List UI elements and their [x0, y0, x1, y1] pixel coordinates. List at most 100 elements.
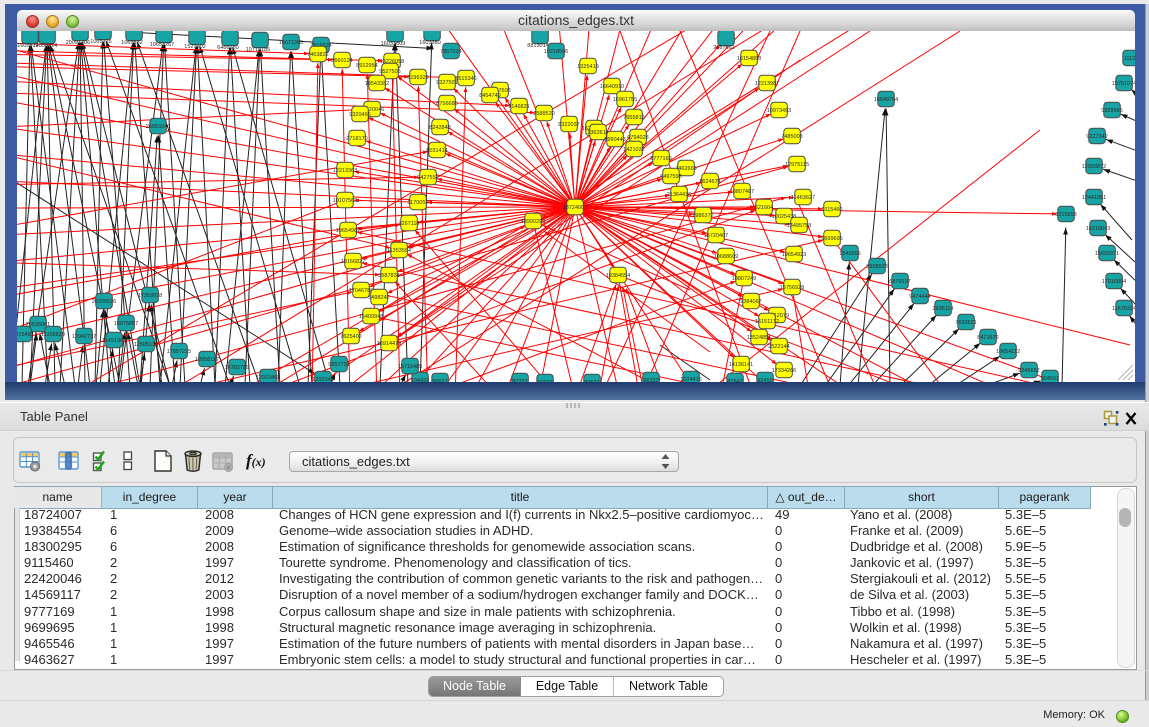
svg-text:924501: 924501 — [1041, 376, 1059, 382]
svg-text:15751074: 15751074 — [1112, 81, 1135, 87]
svg-text:7857224: 7857224 — [440, 49, 461, 55]
svg-text:6794028: 6794028 — [627, 135, 648, 141]
svg-text:21364436: 21364436 — [667, 192, 691, 198]
svg-text:2522144: 2522144 — [768, 344, 789, 350]
svg-text:19166822: 19166822 — [341, 259, 365, 265]
svg-text:17016804: 17016804 — [1102, 279, 1126, 285]
svg-text:8660124: 8660124 — [331, 58, 352, 64]
svg-text:13524851: 13524851 — [747, 335, 771, 341]
svg-text:2588520: 2588520 — [533, 111, 554, 117]
svg-text:16033809: 16033809 — [381, 41, 405, 47]
svg-text:19384554: 19384554 — [606, 273, 630, 279]
svg-text:11123: 11123 — [1124, 56, 1135, 62]
svg-text:16648764: 16648764 — [874, 97, 898, 103]
svg-text:95621: 95621 — [432, 379, 447, 382]
svg-text:9515346: 9515346 — [455, 76, 476, 82]
svg-text:12213987: 12213987 — [755, 81, 779, 87]
svg-text:9115460: 9115460 — [821, 207, 842, 213]
svg-text:8031414: 8031414 — [426, 148, 447, 154]
svg-text:20091406: 20091406 — [66, 40, 90, 46]
svg-text:11463627: 11463627 — [791, 195, 815, 201]
svg-text:14136141: 14136141 — [729, 362, 753, 368]
svg-text:1640955: 1640955 — [839, 251, 860, 257]
svg-text:87542: 87542 — [727, 379, 742, 382]
svg-text:16914479: 16914479 — [377, 341, 401, 347]
svg-text:3915491: 3915491 — [17, 332, 34, 338]
svg-text:9227342: 9227342 — [1086, 134, 1107, 140]
svg-text:2718170: 2718170 — [346, 136, 367, 142]
svg-text:5498242: 5498242 — [368, 295, 389, 301]
svg-text:6879197: 6879197 — [889, 279, 910, 285]
svg-text:8196328: 8196328 — [407, 75, 428, 81]
svg-text:1024416: 1024416 — [680, 377, 701, 382]
svg-text:17857225: 17857225 — [167, 349, 191, 355]
svg-text:9146821: 9146821 — [508, 104, 529, 110]
svg-text:7485003: 7485003 — [781, 134, 802, 140]
svg-text:92450: 92450 — [757, 378, 772, 382]
svg-text:9474444: 9474444 — [909, 294, 930, 300]
svg-text:9427552: 9427552 — [417, 175, 438, 181]
svg-text:8454749: 8454749 — [479, 93, 500, 99]
svg-text:10654112: 10654112 — [996, 349, 1020, 355]
svg-text:1362615: 1362615 — [587, 130, 608, 136]
svg-text:19654923: 19654923 — [782, 252, 806, 258]
svg-text:15756928: 15756928 — [780, 285, 804, 291]
svg-text:1603380: 1603380 — [419, 40, 440, 46]
svg-text:2935114: 2935114 — [932, 306, 953, 312]
svg-text:7463822: 7463822 — [307, 52, 328, 58]
svg-text:16151172: 16151172 — [755, 319, 779, 325]
svg-text:9384067: 9384067 — [740, 299, 761, 305]
svg-text:1170052: 1170052 — [407, 200, 428, 206]
svg-text:1624574: 1624574 — [699, 179, 720, 185]
svg-text:8938923: 8938923 — [866, 264, 887, 270]
svg-text:9245652: 9245652 — [1018, 368, 1039, 374]
svg-text:12441851: 12441851 — [1082, 195, 1106, 201]
svg-text:14055724: 14055724 — [33, 43, 57, 49]
svg-text:10107563: 10107563 — [333, 198, 357, 204]
svg-text:8756685: 8756685 — [436, 101, 457, 107]
svg-text:1065532: 1065532 — [121, 40, 142, 46]
svg-text:19218506: 19218506 — [544, 49, 568, 55]
svg-text:12093872: 12093872 — [1082, 164, 1106, 170]
svg-text:12213363: 12213363 — [333, 168, 357, 174]
svg-text:12975115: 12975115 — [785, 162, 809, 168]
svg-text:15692971: 15692971 — [1095, 251, 1119, 257]
svg-text:17046786: 17046786 — [349, 288, 373, 294]
svg-text:11353594: 11353594 — [387, 248, 411, 254]
svg-text:1292346: 1292346 — [312, 377, 333, 382]
svg-text:9699695: 9699695 — [821, 236, 842, 242]
svg-text:621604: 621604 — [755, 205, 773, 211]
svg-text:6497598: 6497598 — [660, 174, 681, 180]
svg-text:9320465: 9320465 — [349, 112, 370, 118]
svg-text:16671385: 16671385 — [279, 40, 303, 46]
svg-text:20206526: 20206526 — [92, 299, 116, 305]
svg-text:3267110: 3267110 — [398, 221, 419, 227]
svg-text:18807249: 18807249 — [732, 276, 756, 282]
svg-text:1421022: 1421022 — [623, 147, 644, 153]
svg-text:15716485: 15716485 — [398, 364, 422, 370]
svg-text:9329966: 9329966 — [1101, 108, 1122, 114]
svg-text:8471676: 8471676 — [977, 335, 998, 341]
svg-text:96332: 96332 — [643, 378, 658, 382]
svg-text:87231: 87231 — [512, 379, 527, 382]
svg-text:12923468: 12923468 — [256, 375, 280, 381]
svg-text:16961755: 16961755 — [613, 97, 637, 103]
svg-text:8242848: 8242848 — [429, 125, 450, 131]
svg-text:11156829: 11156829 — [41, 332, 65, 338]
svg-text:10688609: 10688609 — [714, 254, 738, 260]
svg-text:1065326: 1065326 — [90, 39, 111, 45]
svg-text:10543382: 10543382 — [365, 81, 389, 87]
svg-text:10719185: 10719185 — [246, 47, 270, 53]
svg-text:2687662: 2687662 — [713, 45, 734, 51]
svg-text:9327501: 9327501 — [436, 80, 457, 86]
svg-text:7955812: 7955812 — [623, 115, 644, 121]
svg-text:16154808: 16154808 — [737, 56, 761, 62]
svg-text:15720407: 15720407 — [704, 233, 728, 239]
svg-text:3587834: 3587834 — [378, 273, 399, 279]
svg-text:16640910: 16640910 — [600, 84, 624, 90]
svg-text:8215958: 8215958 — [1055, 212, 1076, 218]
svg-text:26053346: 26053346 — [146, 124, 170, 130]
svg-text:8322037: 8322037 — [558, 122, 579, 128]
svg-text:16782759: 16782759 — [225, 365, 249, 371]
svg-text:7986372: 7986372 — [692, 213, 713, 219]
